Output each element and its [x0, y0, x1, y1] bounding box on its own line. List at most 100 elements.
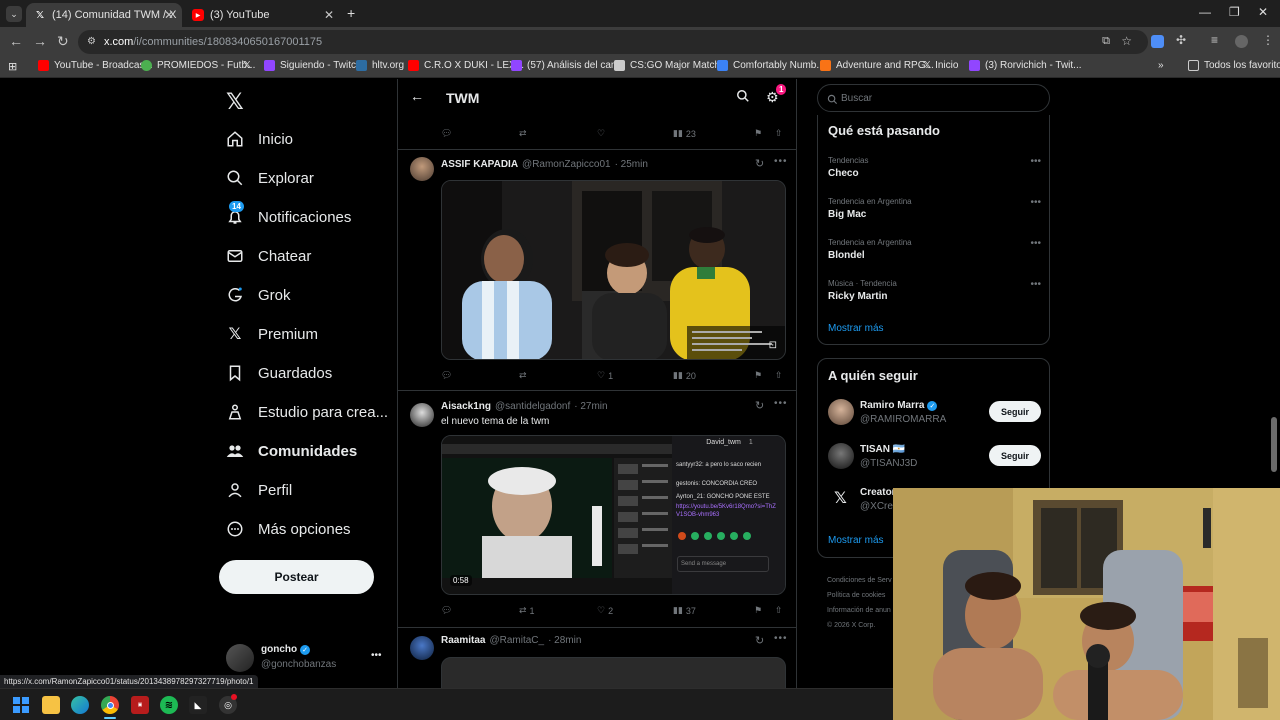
sidebar-item-perfil[interactable]: Perfil: [226, 481, 292, 499]
trend-item[interactable]: Tendencias Checo •••: [818, 153, 1051, 189]
bookmark-icon[interactable]: ⚑: [754, 605, 762, 616]
like-icon[interactable]: ♡: [597, 128, 605, 139]
bookmark-csgo-major[interactable]: CS:GO Major Match...: [614, 60, 728, 71]
tweet-card[interactable]: Raamitaa @RamitaC_ · 28min ↻ •••: [398, 628, 796, 688]
extension-blue-icon[interactable]: [1151, 35, 1164, 48]
window-close-icon[interactable]: ✕: [1258, 5, 1268, 19]
retweet-icon[interactable]: ⇄: [519, 370, 527, 381]
sidebar-item-grok[interactable]: Grok: [226, 286, 291, 304]
follow-button[interactable]: Seguir: [989, 445, 1041, 466]
close-tab-icon[interactable]: ✕: [164, 8, 174, 22]
sidebar-item-explorar[interactable]: Explorar: [226, 169, 314, 187]
views-icon[interactable]: ▮▮ 23: [673, 128, 696, 139]
sidebar-item-premium[interactable]: 𝕏 Premium: [226, 325, 318, 344]
media-app-icon[interactable]: ◣: [189, 696, 207, 714]
all-favorites-folder[interactable]: Todos los favoritos: [1188, 60, 1280, 71]
alt-media-icon[interactable]: ⊡: [769, 340, 777, 351]
forward-icon[interactable]: →: [33, 33, 47, 49]
bookmark-promiedos[interactable]: PROMIEDOS - Futb...: [141, 60, 255, 71]
sidebar-item-notificaciones[interactable]: 14 Notificaciones: [226, 201, 351, 226]
bookmark-hltv[interactable]: hltv.org: [356, 60, 404, 71]
show-more-link[interactable]: Mostrar más: [828, 323, 884, 334]
reload-icon[interactable]: ↻: [57, 33, 69, 50]
edge-icon[interactable]: [71, 696, 89, 714]
views-icon[interactable]: ▮▮ 37: [673, 605, 696, 616]
tweet-more-icon[interactable]: •••: [774, 156, 788, 167]
sidebar-item-inicio[interactable]: Inicio: [226, 130, 293, 148]
bookmark-comfortably-numb[interactable]: Comfortably Numb...: [717, 60, 825, 71]
trend-item[interactable]: Tendencia en Argentina Blondel •••: [818, 235, 1051, 271]
tab-comunidad-twm[interactable]: 𝕏 (14) Comunidad TWM / X ✕: [26, 3, 182, 27]
tweet-card[interactable]: ASSIF KAPADIA @RamonZapicco01 · 25min ↻ …: [398, 150, 796, 390]
bookmark-icon[interactable]: ⚑: [754, 128, 762, 139]
retweet-icon[interactable]: ⇄ 1: [519, 605, 535, 616]
like-icon[interactable]: ♡ 2: [597, 605, 613, 616]
sidebar-item-chatear[interactable]: Chatear: [226, 247, 311, 265]
post-button[interactable]: Postear: [219, 560, 374, 594]
account-switcher[interactable]: goncho ✓ @gonchobanzas •••: [226, 642, 386, 676]
grok-analyze-icon[interactable]: ↻: [755, 634, 764, 647]
tweet-video[interactable]: 0:58 David_twm 1 santyyr32: a pero lo sa…: [441, 435, 786, 595]
bookmark-youtube[interactable]: YouTube - Broadcas...: [38, 60, 153, 71]
trend-item[interactable]: Tendencia en Argentina Big Mac •••: [818, 194, 1051, 230]
tab-search-button[interactable]: ⌄: [6, 6, 22, 22]
tweet-more-icon[interactable]: •••: [774, 398, 788, 409]
sidebar-item-estudio[interactable]: Estudio para crea...: [226, 403, 388, 421]
file-explorer-icon[interactable]: [42, 696, 60, 714]
back-arrow-icon[interactable]: ←: [410, 88, 424, 104]
spotify-icon[interactable]: ≋: [160, 696, 178, 714]
site-info-icon[interactable]: ⚙: [87, 36, 96, 47]
trend-more-icon[interactable]: •••: [1030, 238, 1041, 249]
sidebar-item-mas-opciones[interactable]: Más opciones: [226, 520, 351, 538]
grok-analyze-icon[interactable]: ↻: [755, 399, 764, 412]
tweet-media-image[interactable]: ⊡: [441, 180, 786, 360]
bookmark-rorvichich[interactable]: (3) Rorvichich - Twit...: [969, 60, 1082, 71]
bookmark-icon[interactable]: ⚑: [754, 370, 762, 381]
account-more-icon[interactable]: •••: [371, 650, 382, 661]
follow-suggestion[interactable]: TISAN 🇦🇷 @TISANJ3D Seguir: [818, 441, 1051, 477]
bookmark-inicio[interactable]: 𝕏 Inicio: [923, 60, 958, 71]
install-app-icon[interactable]: ⧉: [1102, 35, 1110, 48]
feed-search-icon[interactable]: [736, 89, 750, 108]
trend-item[interactable]: Música · Tendencia Ricky Martin •••: [818, 276, 1051, 312]
apps-grid-icon[interactable]: ⊞: [8, 60, 17, 73]
follow-suggestion[interactable]: Ramiro Marra ✓ @RAMIROMARRA Seguir: [818, 397, 1051, 433]
tab-youtube[interactable]: ▶ (3) YouTube ✕: [184, 3, 342, 27]
chrome-menu-icon[interactable]: ⋮: [1262, 33, 1275, 47]
extensions-puzzle-icon[interactable]: ✣: [1176, 33, 1189, 47]
views-icon[interactable]: ▮▮ 20: [673, 370, 696, 381]
new-tab-button[interactable]: +: [347, 5, 355, 21]
footer-link[interactable]: Información de anun: [827, 603, 892, 618]
windows-start-icon[interactable]: [12, 696, 30, 714]
bookmark-cro-duki[interactable]: C.R.O X DUKI - LEX...: [408, 60, 524, 71]
retweet-icon[interactable]: ⇄: [519, 128, 527, 139]
bookmark-star-icon[interactable]: ☆: [1121, 34, 1132, 48]
footer-link[interactable]: Política de cookies: [827, 588, 892, 603]
trend-more-icon[interactable]: •••: [1030, 197, 1041, 208]
bookmark-twitch-following[interactable]: Siguiendo - Twitch: [264, 60, 362, 71]
tweet-media-image[interactable]: [441, 657, 786, 688]
address-bar[interactable]: ⚙ x.com/i/communities/180834065016700117…: [78, 30, 1148, 54]
grok-analyze-icon[interactable]: ↻: [755, 157, 764, 170]
reply-icon[interactable]: 💬︎: [441, 370, 452, 381]
close-tab-icon[interactable]: ✕: [324, 8, 334, 22]
minimize-icon[interactable]: —: [1199, 5, 1211, 19]
reply-icon[interactable]: 💬︎: [441, 605, 452, 616]
restore-icon[interactable]: ❐: [1229, 5, 1240, 19]
bookmark-adventure-rpg[interactable]: Adventure and RPG...: [820, 60, 934, 71]
bookmark-analisis[interactable]: (57) Análisis del can...: [511, 60, 625, 71]
bookmarks-overflow-icon[interactable]: »: [1158, 60, 1164, 71]
tweet-card[interactable]: Aisack1ng @santidelgadonf · 27min ↻ ••• …: [398, 391, 796, 627]
share-icon[interactable]: ⇧: [775, 370, 783, 381]
show-more-link[interactable]: Mostrar más: [828, 535, 884, 546]
follow-button[interactable]: Seguir: [989, 401, 1041, 422]
chrome-icon[interactable]: [101, 696, 119, 714]
back-icon[interactable]: ←: [9, 33, 23, 49]
x-logo-icon[interactable]: 𝕏: [226, 89, 244, 115]
share-icon[interactable]: ⇧: [775, 605, 783, 616]
page-scrollbar[interactable]: [1271, 417, 1277, 472]
share-icon[interactable]: ⇧: [775, 128, 783, 139]
like-icon[interactable]: ♡ 1: [597, 370, 613, 381]
sidebar-item-guardados[interactable]: Guardados: [226, 364, 332, 382]
footer-link[interactable]: Condiciones de Serv: [827, 573, 892, 588]
